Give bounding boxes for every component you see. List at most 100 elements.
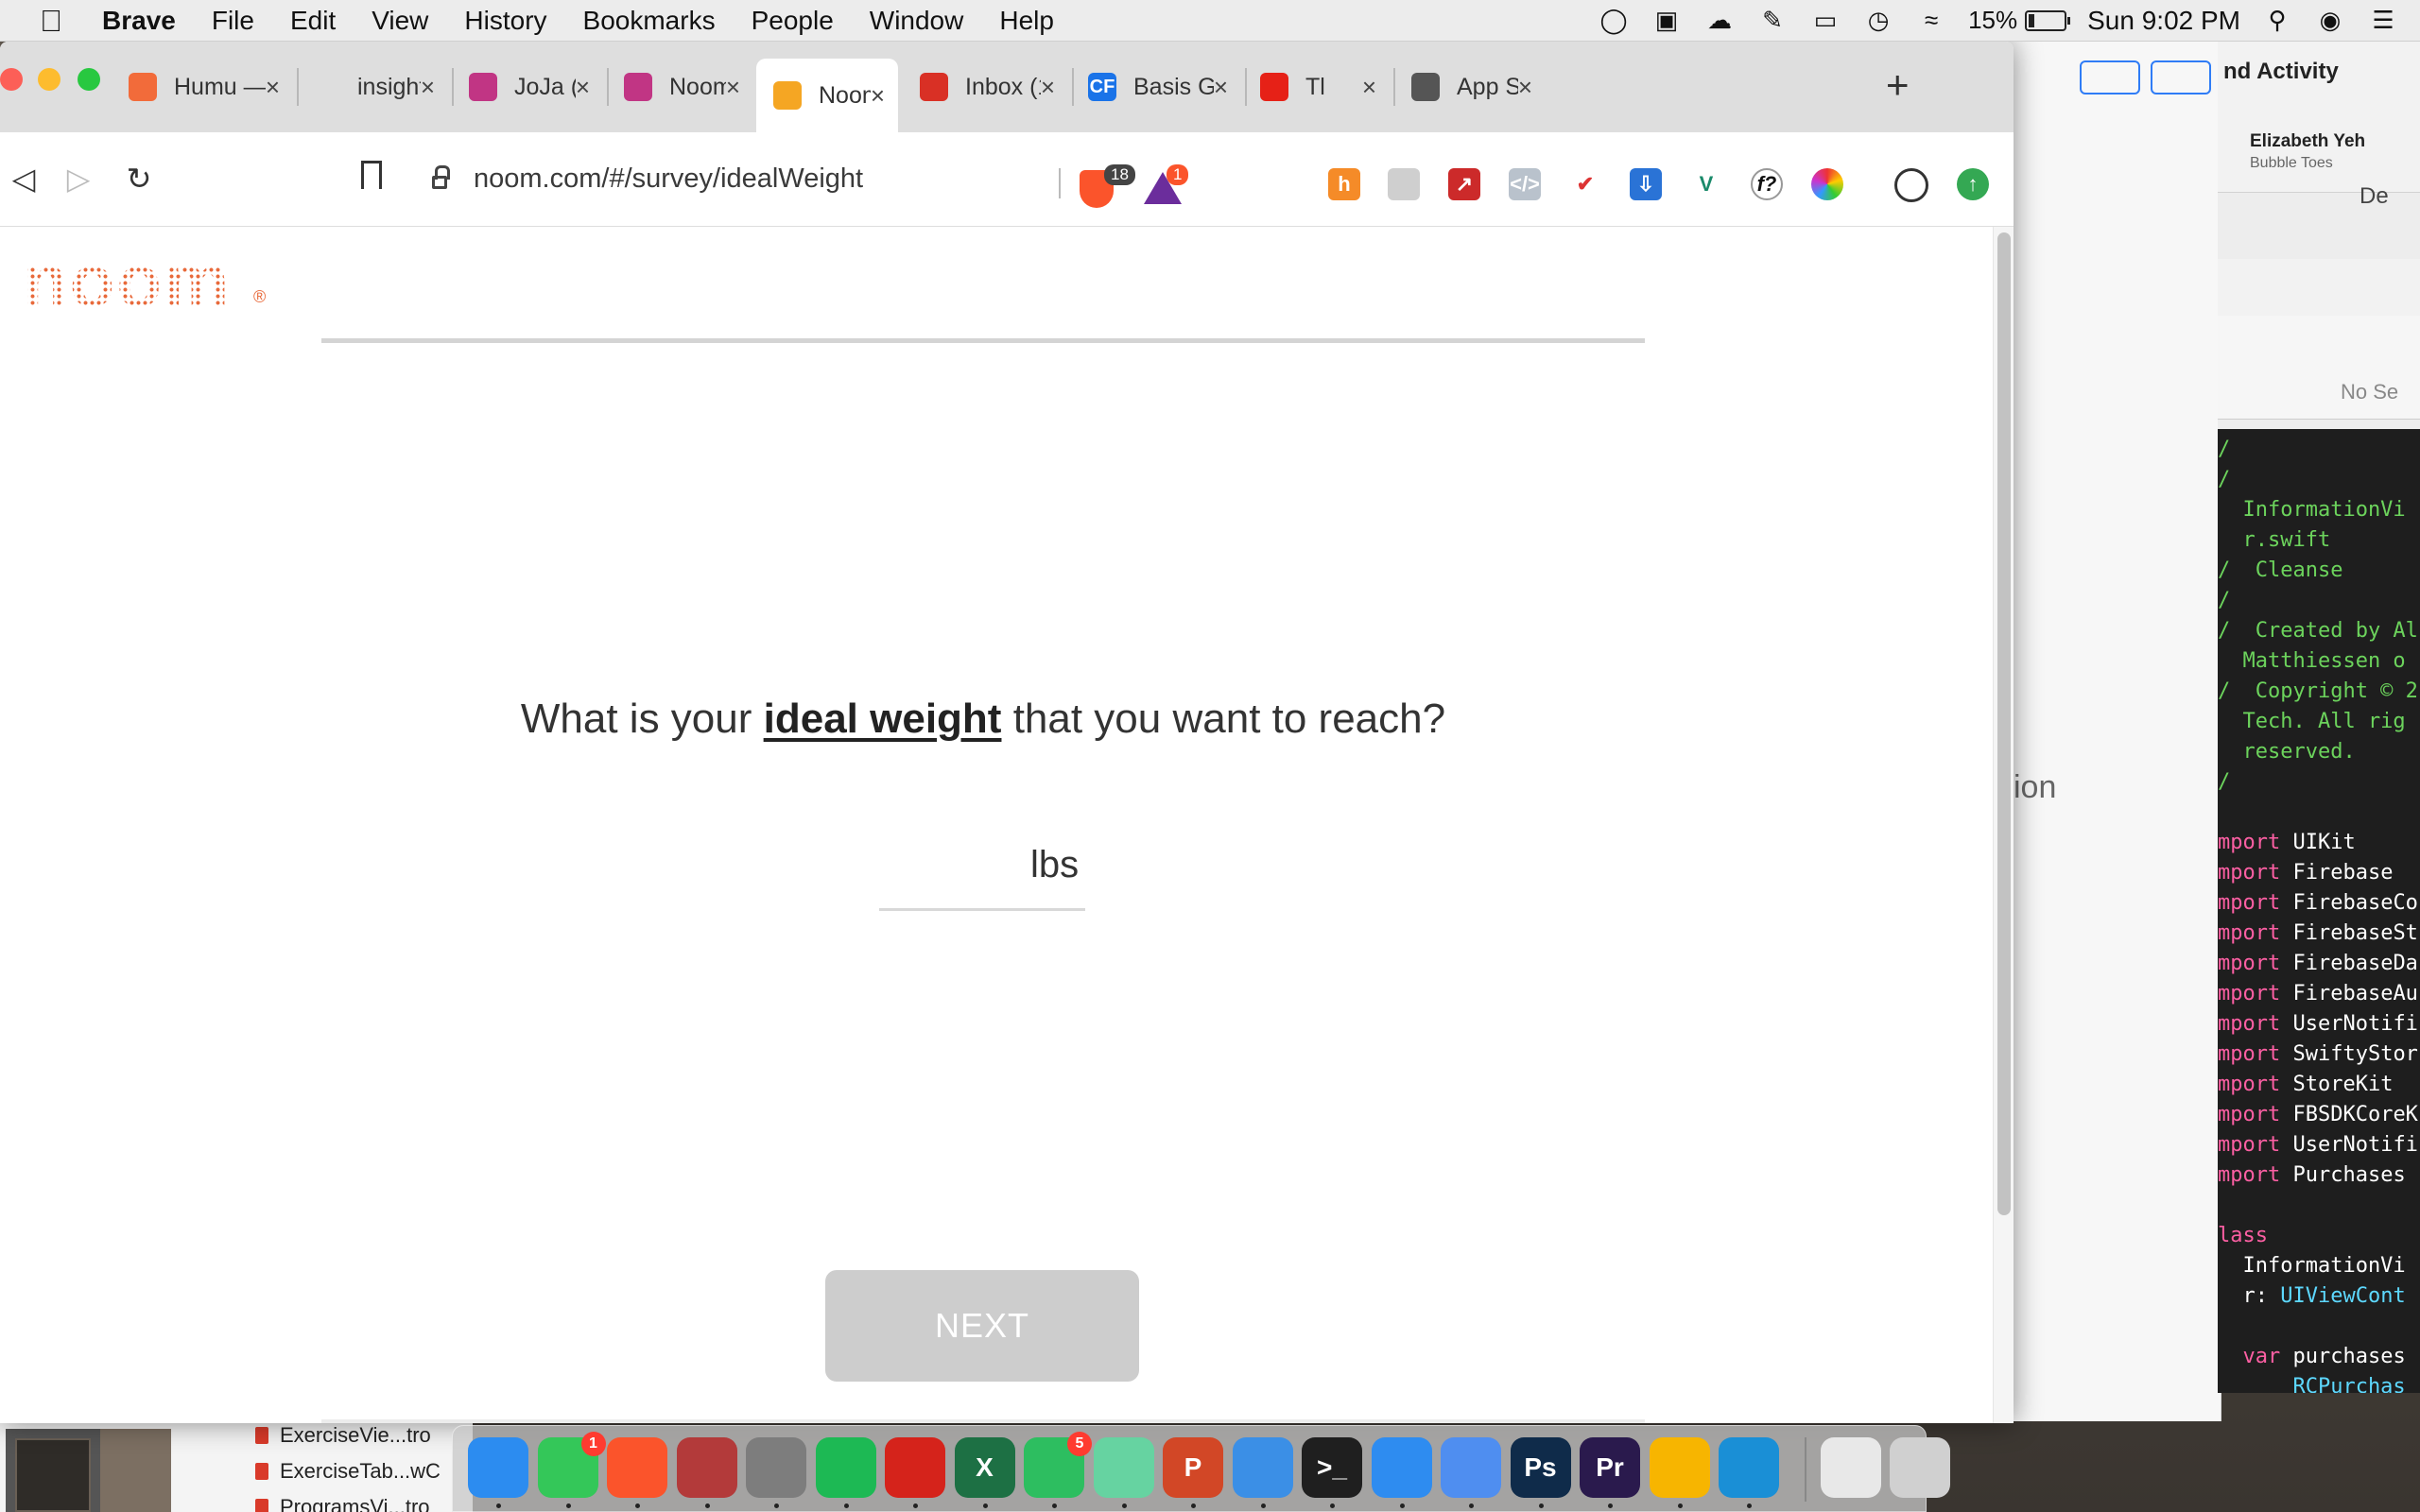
tab-title: Basis Gr bbox=[1133, 73, 1214, 100]
menu-help[interactable]: Help bbox=[999, 6, 1054, 36]
close-tab-icon[interactable]: × bbox=[1518, 73, 1546, 102]
menu-window[interactable]: Window bbox=[870, 6, 964, 36]
powerpoint-icon[interactable]: P bbox=[1163, 1437, 1223, 1498]
inspector-toggle-button[interactable] bbox=[2151, 60, 2211, 94]
finder-file[interactable]: ExerciseTab...wC bbox=[255, 1453, 473, 1489]
browser-tab[interactable]: insights_× bbox=[295, 59, 448, 115]
honey-extension-icon[interactable]: h bbox=[1328, 168, 1360, 200]
airplay-icon[interactable]: ▭ bbox=[1809, 6, 1841, 35]
menu-view[interactable]: View bbox=[372, 6, 428, 36]
menu-history[interactable]: History bbox=[464, 6, 546, 36]
close-tab-icon[interactable]: × bbox=[266, 73, 293, 102]
menu-clock[interactable]: Sun 9:02 PM bbox=[2087, 6, 2240, 36]
spotify-icon[interactable] bbox=[815, 1437, 876, 1498]
close-tab-icon[interactable]: × bbox=[421, 73, 448, 102]
vue-extension-icon[interactable]: V bbox=[1690, 168, 1722, 200]
apple-menu-icon[interactable]:  bbox=[40, 5, 66, 37]
question-text-after: that you want to reach? bbox=[1001, 696, 1446, 742]
close-tab-icon[interactable]: × bbox=[871, 81, 898, 111]
acrobat-icon[interactable] bbox=[885, 1437, 945, 1498]
whatfont-extension-icon[interactable]: f? bbox=[1751, 168, 1783, 200]
back-button[interactable]: ◁ bbox=[8, 163, 40, 195]
photoshop-icon[interactable]: Ps bbox=[1510, 1437, 1571, 1498]
browser-tab[interactable]: JoJa (@× bbox=[452, 59, 603, 115]
atom-icon[interactable] bbox=[1093, 1437, 1154, 1498]
noom-logo[interactable]: noom ® bbox=[23, 244, 266, 318]
close-tab-icon[interactable]: × bbox=[726, 73, 753, 102]
url-text[interactable]: noom.com/#/survey/idealWeight bbox=[474, 163, 863, 195]
battery-indicator[interactable]: 15% bbox=[1968, 6, 2071, 35]
reload-button[interactable]: ↻ bbox=[123, 163, 155, 195]
close-tab-icon[interactable]: × bbox=[1214, 73, 1241, 102]
siri-icon[interactable]: ◉ bbox=[2314, 6, 2346, 35]
layout-toggle-button[interactable] bbox=[2080, 60, 2140, 94]
creative-cloud-icon[interactable]: ◯ bbox=[1598, 6, 1630, 35]
browser-tab[interactable]: Tl × bbox=[1243, 59, 1390, 115]
terminal-icon[interactable]: >_ bbox=[1302, 1437, 1362, 1498]
premiere-icon[interactable]: Pr bbox=[1580, 1437, 1640, 1498]
display-icon[interactable]: ▣ bbox=[1651, 6, 1683, 35]
send-extension-icon[interactable]: ↗ bbox=[1448, 168, 1480, 200]
code-line: / bbox=[2218, 465, 2420, 495]
scrollbar-thumb[interactable] bbox=[1997, 232, 2011, 1215]
download-extension-icon[interactable]: ⇩ bbox=[1630, 168, 1662, 200]
page-scrollbar[interactable] bbox=[1993, 227, 2014, 1423]
next-button[interactable]: NEXT bbox=[825, 1270, 1139, 1382]
photo-booth-icon[interactable] bbox=[676, 1437, 737, 1498]
close-tab-icon[interactable]: × bbox=[1041, 73, 1068, 102]
rewards-count-badge: 1 bbox=[1167, 164, 1189, 185]
menu-edit[interactable]: Edit bbox=[290, 6, 336, 36]
copy-extension-icon[interactable] bbox=[1388, 168, 1420, 200]
sketch-icon[interactable] bbox=[1649, 1437, 1710, 1498]
messages-icon[interactable] bbox=[1371, 1437, 1432, 1498]
system-preferences-icon[interactable] bbox=[746, 1437, 806, 1498]
evernote-menu-icon[interactable]: ✎ bbox=[1756, 6, 1789, 35]
new-tab-button[interactable]: + bbox=[1886, 62, 1924, 110]
code-editor[interactable]: / / InformationVi r.swift / Cleanse / / Crea… bbox=[2218, 429, 2420, 1393]
menu-people[interactable]: People bbox=[752, 6, 834, 36]
finder-icon[interactable] bbox=[468, 1437, 528, 1498]
browser-tab[interactable]: App Sto× bbox=[1394, 59, 1546, 115]
profile-icon[interactable] bbox=[1894, 168, 1928, 202]
browser-tab[interactable]: Inbox (1× bbox=[903, 59, 1068, 115]
simulator-icon[interactable] bbox=[1441, 1437, 1501, 1498]
app-menu[interactable]: Brave bbox=[102, 6, 176, 36]
address-bar[interactable]: noom.com/#/survey/idealWeight bbox=[411, 151, 1054, 206]
backup-icon[interactable]: ☁ bbox=[1703, 6, 1736, 35]
youtube-icon bbox=[1260, 73, 1288, 101]
finder-file[interactable]: ProgramsVi...tro bbox=[255, 1489, 473, 1512]
cart-extension-icon[interactable]: ✔ bbox=[1569, 168, 1601, 200]
browser-tab[interactable]: Noom C× bbox=[607, 59, 753, 115]
downloads-stack-icon[interactable] bbox=[1820, 1437, 1881, 1498]
time-machine-icon[interactable]: ◷ bbox=[1862, 6, 1894, 35]
trash-icon[interactable] bbox=[1890, 1437, 1950, 1498]
window-close-button[interactable] bbox=[0, 68, 23, 91]
window-minimize-button[interactable] bbox=[38, 68, 60, 91]
color-picker-extension-icon[interactable] bbox=[1811, 168, 1843, 200]
wifi-icon[interactable]: ≈ bbox=[1915, 6, 1947, 35]
window-zoom-button[interactable] bbox=[78, 68, 100, 91]
browser-tab[interactable]: CF Basis Gr× bbox=[1071, 59, 1241, 115]
code-keyword: mport bbox=[2218, 1073, 2281, 1096]
bookmark-icon[interactable] bbox=[361, 161, 382, 189]
excel-icon[interactable]: X bbox=[954, 1437, 1015, 1498]
menu-bookmarks[interactable]: Bookmarks bbox=[583, 6, 716, 36]
xcode-icon[interactable] bbox=[1232, 1437, 1293, 1498]
running-indicator bbox=[1469, 1503, 1474, 1508]
code-line: / Created by Al bbox=[2218, 616, 2420, 646]
code-extension-icon[interactable]: </> bbox=[1509, 168, 1541, 200]
brave-icon[interactable] bbox=[607, 1437, 667, 1498]
spotlight-search-icon[interactable]: ⚲ bbox=[2261, 6, 2293, 35]
code-keyword: mport bbox=[2218, 1012, 2281, 1036]
forward-button[interactable]: ▷ bbox=[62, 163, 95, 195]
code-keyword: mport bbox=[2218, 1042, 2281, 1066]
close-tab-icon[interactable]: × bbox=[1362, 73, 1390, 102]
notification-center-icon[interactable]: ☰ bbox=[2367, 6, 2399, 35]
browser-tab[interactable]: Humu — × bbox=[112, 59, 293, 115]
close-tab-icon[interactable]: × bbox=[576, 73, 603, 102]
kindle-icon[interactable] bbox=[1719, 1437, 1779, 1498]
menu-file[interactable]: File bbox=[212, 6, 254, 36]
update-available-icon[interactable]: ↑ bbox=[1957, 168, 1989, 200]
lock-icon[interactable] bbox=[432, 165, 450, 189]
browser-tab[interactable]: Noom: S× bbox=[756, 59, 898, 132]
